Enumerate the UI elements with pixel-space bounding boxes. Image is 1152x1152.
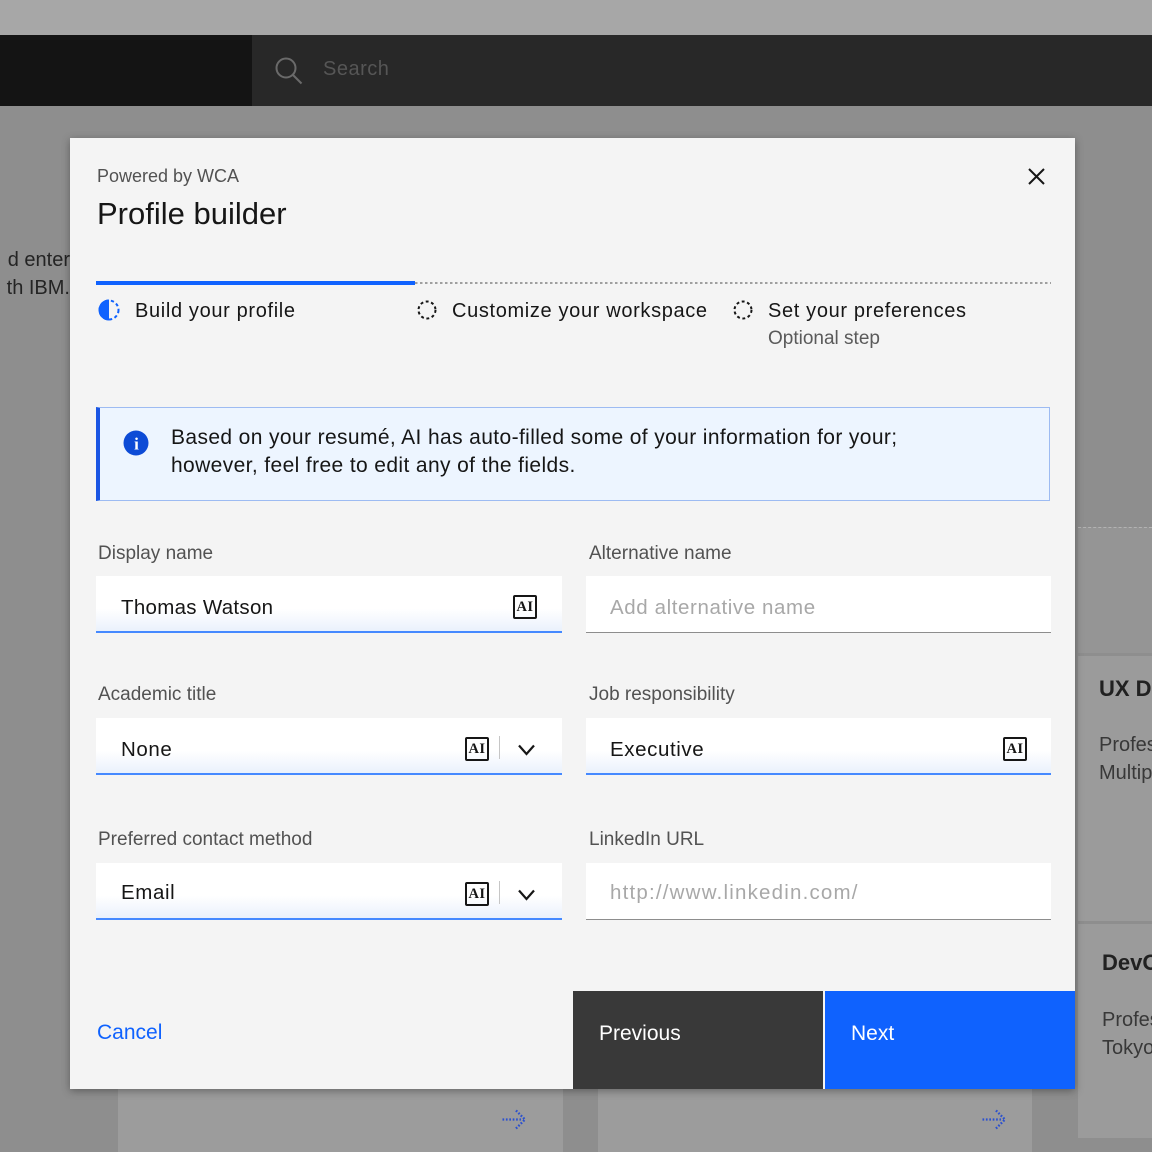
svg-text:i: i: [134, 435, 139, 454]
